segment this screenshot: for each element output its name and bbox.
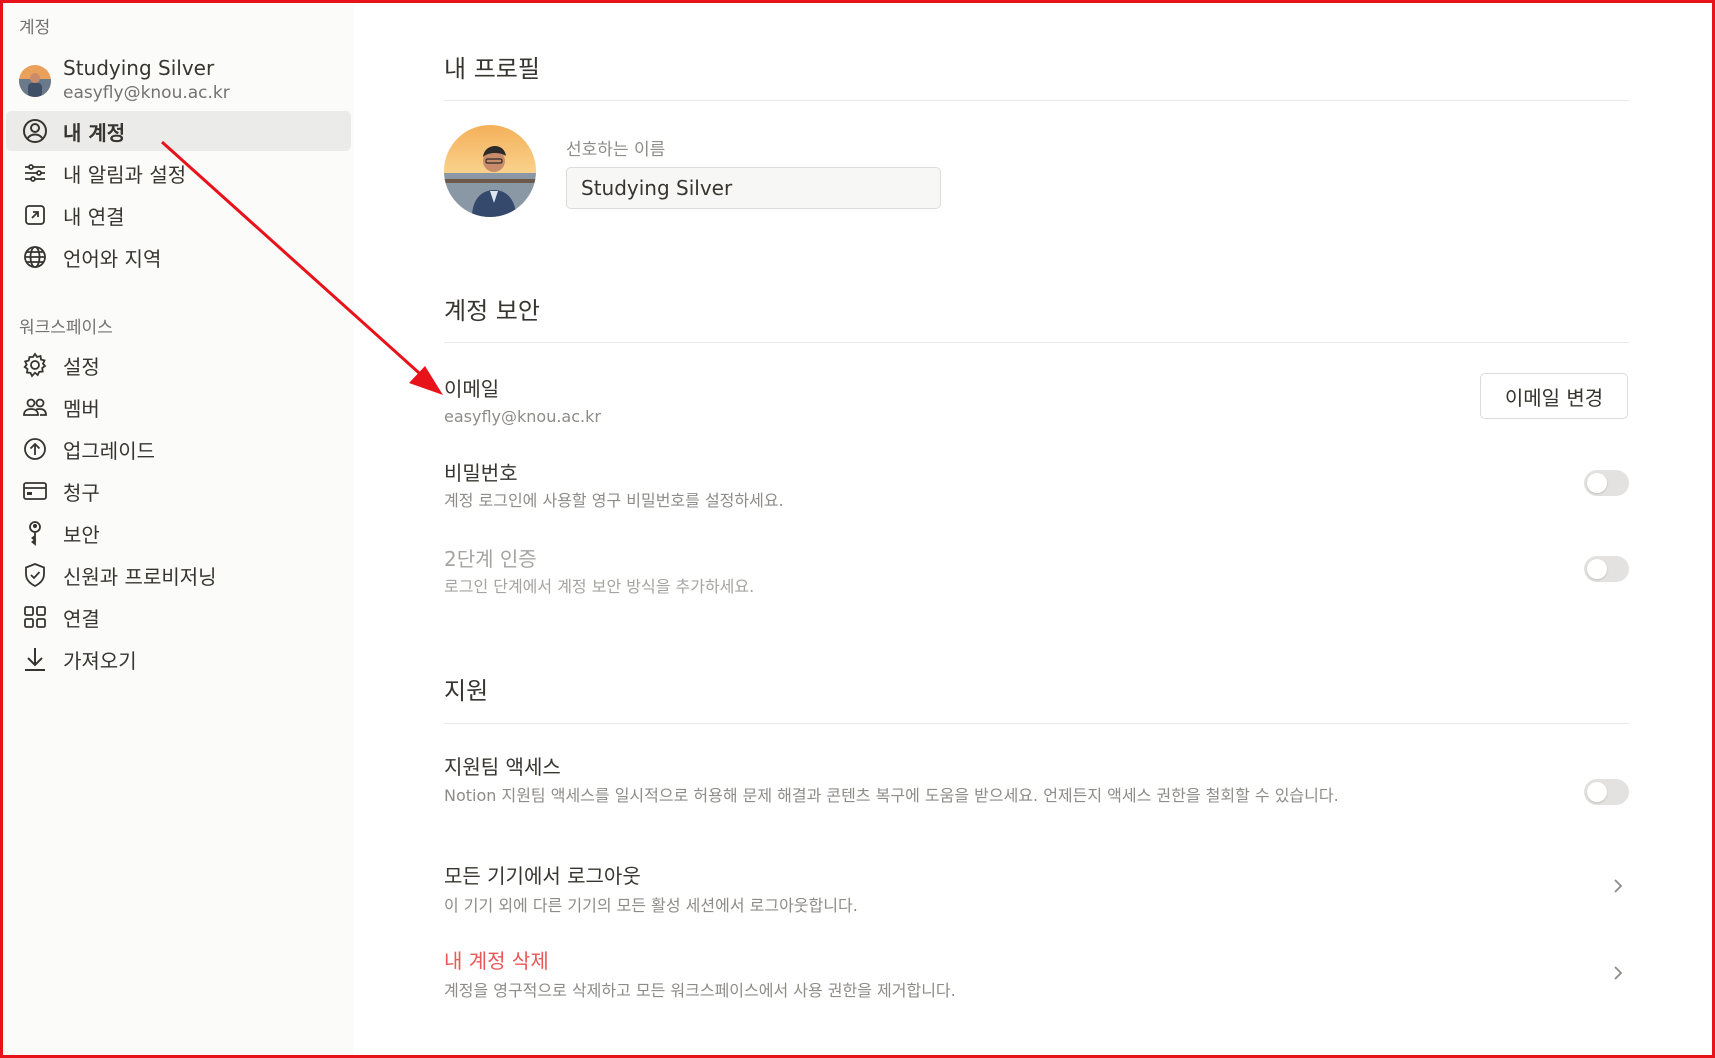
delete-account-description: 계정을 영구적으로 삭제하고 모든 워크스페이스에서 사용 권한을 제거합니다. (444, 981, 956, 1000)
sidebar-item-label: 내 연결 (63, 204, 125, 229)
sidebar-item-label: 멤버 (63, 396, 100, 421)
support-section-title: 지원 (444, 677, 489, 705)
sidebar-item-connections[interactable]: 내 연결 (6, 195, 351, 235)
arrow-up-circle-icon (20, 434, 50, 464)
avatar (19, 65, 51, 97)
divider (444, 342, 1629, 343)
chevron-right-icon[interactable] (1608, 876, 1628, 896)
people-icon (20, 392, 50, 422)
sidebar-item-billing[interactable]: 청구 (6, 471, 351, 511)
gear-icon (20, 350, 50, 380)
credit-card-icon (20, 476, 50, 506)
grid-icon (20, 602, 50, 632)
key-icon (20, 518, 50, 548)
shield-check-icon (20, 560, 50, 590)
email-value: easyfly@knou.ac.kr (444, 407, 601, 426)
workspace-section-label: 워크스페이스 (19, 318, 113, 338)
sidebar-item-integrations[interactable]: 연결 (6, 597, 351, 637)
support-access-toggle[interactable] (1584, 779, 1629, 805)
two-factor-toggle[interactable] (1584, 556, 1629, 582)
preferred-name-input[interactable]: Studying Silver (566, 167, 941, 209)
sidebar-item-security[interactable]: 보안 (6, 513, 351, 553)
arrow-up-right-box-icon (20, 200, 50, 230)
change-email-button[interactable]: 이메일 변경 (1480, 373, 1628, 419)
profile-section-title: 내 프로필 (444, 55, 540, 83)
user-circle-icon (20, 116, 50, 146)
email-label: 이메일 (444, 377, 500, 401)
security-section-title: 계정 보안 (444, 297, 540, 325)
sidebar-item-identity-provisioning[interactable]: 신원과 프로비저닝 (6, 555, 351, 595)
sidebar-item-upgrade[interactable]: 업그레이드 (6, 429, 351, 469)
logout-all-devices-description: 이 기기 외에 다른 기기의 모든 활성 세션에서 로그아웃합니다. (444, 896, 858, 915)
sidebar-item-label: 신원과 프로비저닝 (63, 564, 217, 589)
sidebar-item-label: 연결 (63, 606, 100, 631)
logout-all-devices-label[interactable]: 모든 기기에서 로그아웃 (444, 860, 641, 889)
sidebar-item-label: 업그레이드 (63, 438, 155, 463)
profile-email: easyfly@knou.ac.kr (63, 83, 230, 103)
settings-sidebar: 계정 Studying Silver easyfly@knou.ac.kr 내 … (3, 3, 354, 1055)
sidebar-item-import[interactable]: 가져오기 (6, 639, 351, 679)
sliders-icon (20, 158, 50, 188)
profile-photo[interactable] (444, 125, 536, 217)
profile-name: Studying Silver (63, 56, 215, 80)
sidebar-item-label: 내 알림과 설정 (63, 162, 187, 187)
password-label: 비밀번호 (444, 461, 518, 485)
sidebar-profile: Studying Silver easyfly@knou.ac.kr (17, 53, 337, 109)
sidebar-item-label: 청구 (63, 480, 100, 505)
globe-icon (20, 242, 50, 272)
account-section-label: 계정 (19, 18, 51, 38)
sidebar-item-label: 설정 (63, 354, 100, 379)
sidebar-item-settings[interactable]: 설정 (6, 345, 351, 385)
support-access-label: 지원팀 액세스 (444, 755, 561, 779)
support-access-description: Notion 지원팀 액세스를 일시적으로 허용해 문제 해결과 콘텐츠 복구에… (444, 786, 1339, 805)
two-factor-label: 2단계 인증 (444, 547, 537, 571)
sidebar-item-label: 언어와 지역 (63, 246, 162, 271)
chevron-right-icon[interactable] (1608, 963, 1628, 983)
settings-main: 내 프로필 선호하는 이름 Studying Silver 계정 보안 이메일 … (354, 3, 1712, 1055)
sidebar-item-label: 가져오기 (63, 648, 137, 673)
two-factor-description: 로그인 단계에서 계정 보안 방식을 추가하세요. (444, 577, 755, 596)
sidebar-item-notifications[interactable]: 내 알림과 설정 (6, 153, 351, 193)
password-toggle[interactable] (1584, 470, 1629, 496)
download-icon (20, 644, 50, 674)
sidebar-item-my-account[interactable]: 내 계정 (6, 111, 351, 151)
divider (444, 100, 1629, 101)
sidebar-item-label: 보안 (63, 522, 100, 547)
sidebar-item-label: 내 계정 (63, 120, 126, 145)
delete-account-label[interactable]: 내 계정 삭제 (444, 945, 549, 974)
sidebar-item-language-region[interactable]: 언어와 지역 (6, 237, 351, 277)
preferred-name-label: 선호하는 이름 (566, 140, 666, 160)
divider (444, 723, 1629, 724)
password-description: 계정 로그인에 사용할 영구 비밀번호를 설정하세요. (444, 491, 784, 510)
sidebar-item-members[interactable]: 멤버 (6, 387, 351, 427)
